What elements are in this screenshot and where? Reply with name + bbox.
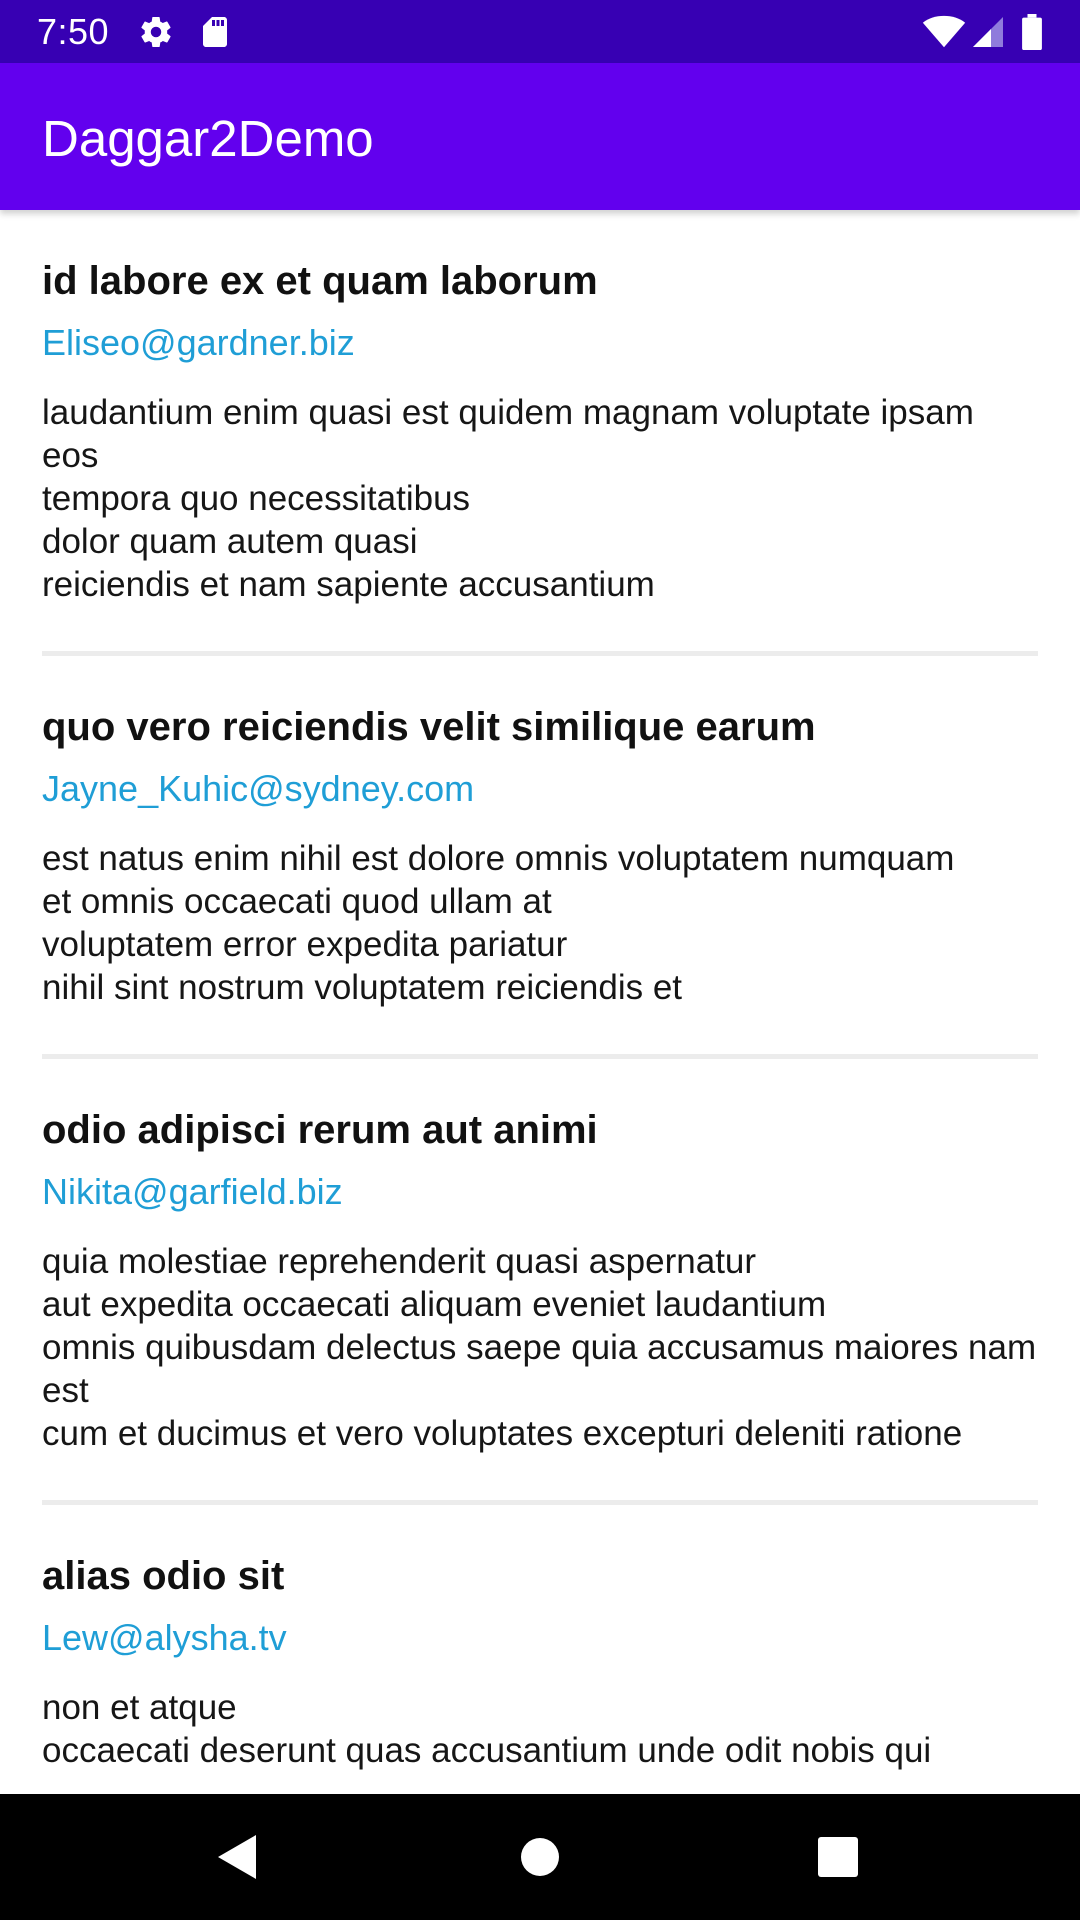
home-icon[interactable] [510, 1827, 570, 1887]
app-bar: Daggar2Demo [0, 63, 1080, 210]
post-body: quia molestiae reprehenderit quasi asper… [42, 1242, 1037, 1453]
battery-icon [1020, 14, 1044, 51]
post-body: non et atque occaecati deserunt quas acc… [42, 1688, 932, 1770]
wifi-icon [922, 14, 966, 50]
post-body: est natus enim nihil est dolore omnis vo… [42, 839, 955, 1007]
signal-icon [970, 14, 1006, 50]
post-item[interactable]: alias odio sit Lew@alysha.tv non et atqu… [42, 1505, 1038, 1794]
post-item[interactable]: odio adipisci rerum aut animi Nikita@gar… [42, 1059, 1038, 1505]
post-title: odio adipisci rerum aut animi [42, 1108, 598, 1152]
screen: 7:50 Daggar2Demo id labore ex et quam la… [0, 0, 1080, 1920]
sd-card-icon [197, 14, 233, 50]
gear-icon [138, 14, 174, 50]
navigation-bar [0, 1794, 1080, 1920]
post-title: alias odio sit [42, 1554, 285, 1598]
post-email: Nikita@garfield.biz [42, 1171, 343, 1212]
post-body: laudantium enim quasi est quidem magnam … [42, 393, 974, 604]
post-email: Jayne_Kuhic@sydney.com [42, 768, 475, 809]
post-item[interactable]: quo vero reiciendis velit similique earu… [42, 656, 1038, 1059]
post-email: Eliseo@gardner.biz [42, 322, 355, 363]
post-list[interactable]: id labore ex et quam laborum Eliseo@gard… [0, 210, 1080, 1794]
back-icon[interactable] [208, 1827, 268, 1887]
post-item[interactable]: id labore ex et quam laborum Eliseo@gard… [42, 210, 1038, 656]
status-time: 7:50 [37, 11, 110, 52]
status-bar: 7:50 [0, 0, 1080, 63]
post-title: id labore ex et quam laborum [42, 259, 598, 303]
post-title: quo vero reiciendis velit similique earu… [42, 705, 816, 749]
recents-icon[interactable] [808, 1827, 868, 1887]
app-title: Daggar2Demo [42, 110, 374, 167]
post-email: Lew@alysha.tv [42, 1617, 287, 1658]
